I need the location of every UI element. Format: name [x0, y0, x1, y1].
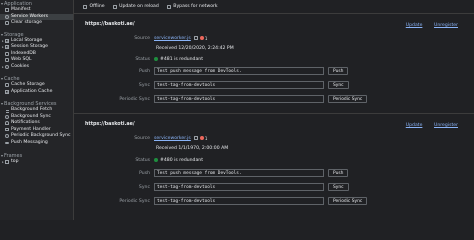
- push-input[interactable]: Test push message from DevTools.: [154, 169, 324, 177]
- unregister-link[interactable]: Unregister: [434, 23, 458, 28]
- clock-icon: [5, 134, 9, 139]
- grid-icon: [5, 45, 9, 50]
- credit-card-icon: [5, 128, 9, 132]
- update-link[interactable]: Update: [406, 123, 423, 128]
- sidebar-item-push-messaging[interactable]: Push Messaging: [0, 140, 73, 147]
- error-icon[interactable]: [199, 36, 204, 40]
- source-row: Source serviceworker.js 1: [134, 135, 208, 141]
- document-icon[interactable]: [193, 36, 198, 40]
- service-workers-panel: Offline Update on reload Bypass for netw…: [74, 0, 474, 220]
- bell-icon: [5, 121, 9, 126]
- manifest-icon: [5, 8, 9, 13]
- checkbox-box[interactable]: [166, 4, 171, 9]
- update-link[interactable]: Update: [406, 23, 423, 28]
- sidebar-item-frame-top[interactable]: ▸ top: [0, 159, 73, 166]
- status-text: #480 is redundant: [160, 157, 204, 163]
- sync-row: Sync test-tag-from-devtools Sync: [74, 80, 349, 90]
- error-icon[interactable]: [199, 136, 204, 140]
- periodic-sync-input[interactable]: test-tag-from-devtools: [154, 95, 324, 103]
- periodic-sync-input[interactable]: test-tag-from-devtools: [154, 197, 324, 205]
- source-link[interactable]: serviceworker.js: [154, 136, 191, 141]
- push-button[interactable]: Push: [328, 169, 349, 177]
- frame-icon: [5, 160, 9, 165]
- toolbar: Offline Update on reload Bypass for netw…: [74, 0, 474, 14]
- sync-button[interactable]: Sync: [328, 81, 349, 89]
- push-button[interactable]: Push: [328, 67, 349, 75]
- service-worker-entry: https://baskoti.ae/ Update Unregister So…: [74, 114, 474, 220]
- database-icon: [5, 21, 9, 26]
- gear-icon: [5, 14, 9, 19]
- periodic-sync-button[interactable]: Periodic Sync: [328, 95, 368, 103]
- arrows-icon: [5, 108, 9, 113]
- worker-actions: Update Unregister: [396, 22, 458, 28]
- sync-icon: [5, 114, 9, 119]
- grid-icon: [5, 89, 9, 94]
- checkbox-box[interactable]: [83, 4, 87, 9]
- sidebar-item-clear-storage[interactable]: Clear storage: [0, 20, 73, 27]
- section-storage[interactable]: ▾Storage: [0, 31, 73, 38]
- worker-origin: https://baskoti.ae/: [85, 22, 135, 27]
- document-icon[interactable]: [193, 136, 198, 140]
- worker-origin: https://baskoti.ae/: [85, 122, 135, 127]
- periodic-sync-row: Periodic Sync test-tag-from-devtools Per…: [74, 196, 368, 206]
- error-count: 1: [204, 135, 208, 141]
- section-application[interactable]: ▾Application: [0, 0, 73, 7]
- database-icon: [5, 58, 9, 63]
- section-background-services[interactable]: ▾Background Services: [0, 100, 73, 107]
- periodic-sync-button[interactable]: Periodic Sync: [328, 197, 368, 205]
- sync-row: Sync test-tag-from-devtools Sync: [74, 182, 349, 192]
- cookie-icon: [5, 64, 9, 69]
- received-time: Received 1/1/1970, 2:00:00 AM: [156, 146, 229, 151]
- unregister-link[interactable]: Unregister: [434, 123, 458, 128]
- push-row: Push Test push message from DevTools. Pu…: [74, 66, 349, 76]
- checkbox-box[interactable]: [112, 4, 117, 9]
- service-worker-entry: https://baskoti.ae/ Update Unregister So…: [74, 14, 474, 114]
- status-dot-icon: [154, 57, 158, 61]
- database-icon: [5, 51, 9, 56]
- database-icon: [5, 83, 9, 88]
- push-input[interactable]: Test push message from DevTools.: [154, 67, 324, 75]
- sidebar: ▾Application Manifest Service Workers Cl…: [0, 0, 74, 220]
- grid-icon: [5, 38, 9, 43]
- source-row: Source serviceworker.js 1: [134, 35, 208, 41]
- status-text: #481 is redundant: [160, 56, 204, 62]
- sync-input[interactable]: test-tag-from-devtools: [154, 183, 324, 191]
- section-cache[interactable]: ▾Cache: [0, 75, 73, 82]
- bypass-for-network-checkbox[interactable]: Bypass for network: [166, 4, 218, 9]
- offline-checkbox[interactable]: Offline: [83, 4, 105, 9]
- worker-actions: Update Unregister: [396, 122, 458, 128]
- section-frames[interactable]: ▾Frames: [0, 152, 73, 159]
- error-count: 1: [204, 35, 208, 41]
- source-link[interactable]: serviceworker.js: [154, 36, 191, 41]
- received-time: Received 12/20/2020, 2:24:42 PM: [156, 46, 234, 51]
- status-row: Status #481 is redundant: [135, 56, 204, 62]
- update-on-reload-checkbox[interactable]: Update on reload: [112, 4, 159, 9]
- sidebar-item-application-cache[interactable]: Application Cache: [0, 89, 73, 96]
- cloud-icon: [5, 141, 9, 144]
- status-row: Status #480 is redundant: [135, 157, 204, 163]
- push-row: Push Test push message from DevTools. Pu…: [74, 168, 349, 178]
- periodic-sync-row: Periodic Sync test-tag-from-devtools Per…: [74, 94, 368, 104]
- sync-input[interactable]: test-tag-from-devtools: [154, 81, 324, 89]
- sidebar-item-cookies[interactable]: ▸ Cookies: [0, 64, 73, 71]
- status-dot-icon: [154, 158, 158, 162]
- sync-button[interactable]: Sync: [328, 183, 349, 191]
